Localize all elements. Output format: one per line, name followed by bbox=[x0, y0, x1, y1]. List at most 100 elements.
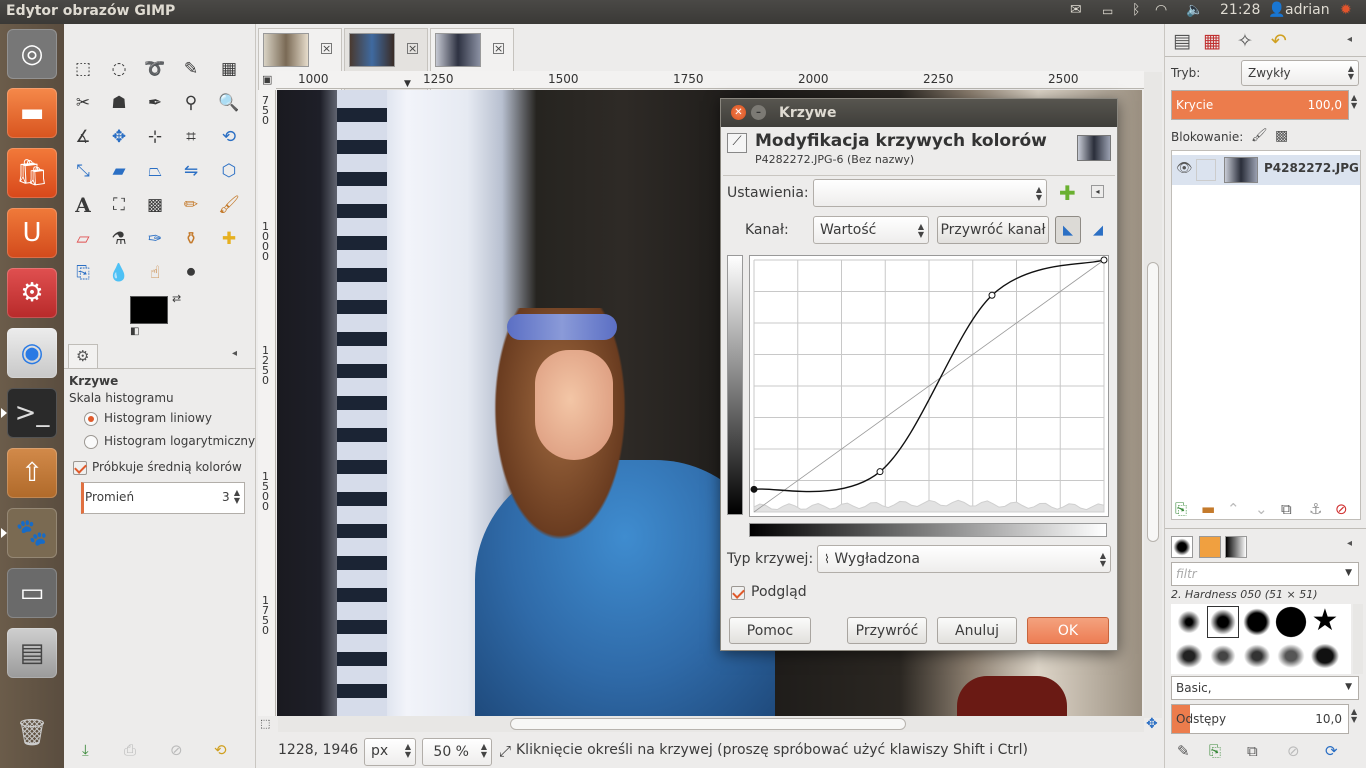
visibility-eye-icon[interactable]: 👁 bbox=[1176, 161, 1193, 176]
refresh-brushes-icon[interactable]: ⟳ bbox=[1325, 742, 1338, 760]
edit-brush-icon[interactable]: ✎ bbox=[1177, 742, 1190, 760]
channels-tab-icon[interactable]: ▦ bbox=[1203, 30, 1221, 52]
spacing-slider[interactable]: Odstępy 10,0 bbox=[1171, 704, 1349, 734]
heal-icon[interactable]: ✚ bbox=[216, 226, 242, 252]
restore-options-icon[interactable]: ⎙ bbox=[124, 741, 136, 759]
new-brush-icon[interactable]: ⎘ bbox=[1209, 742, 1221, 760]
add-preset-icon[interactable]: ✚ bbox=[1059, 181, 1076, 205]
new-layer-group-icon[interactable]: ▬ bbox=[1201, 500, 1215, 518]
layer-chain-slot[interactable] bbox=[1196, 159, 1216, 181]
volume-icon[interactable]: 🔈 bbox=[1186, 2, 1203, 18]
preview-checkbox[interactable] bbox=[731, 586, 745, 600]
default-colors-icon[interactable]: ◧ bbox=[130, 326, 139, 337]
reset-button[interactable]: Przywróć bbox=[847, 617, 927, 644]
eraser-icon[interactable]: ▱ bbox=[70, 226, 96, 252]
flip-icon[interactable]: ⇋ bbox=[178, 158, 204, 184]
brush-item[interactable] bbox=[1275, 606, 1307, 638]
layer-name[interactable]: P4282272.JPG bbox=[1264, 161, 1359, 175]
disk-icon[interactable]: ▤ bbox=[7, 628, 57, 678]
cage-transform-icon[interactable]: ⬡ bbox=[216, 158, 242, 184]
reset-options-icon[interactable]: ⟲ bbox=[214, 741, 227, 759]
ink-icon[interactable]: ✑ bbox=[142, 226, 168, 252]
horizontal-scrollbar[interactable] bbox=[278, 716, 1144, 732]
save-options-icon[interactable]: ⤓ bbox=[82, 741, 89, 759]
brushes-tab-icon[interactable] bbox=[1171, 536, 1193, 558]
vertical-scroll-thumb[interactable] bbox=[1147, 262, 1159, 542]
ubuntu-one-icon[interactable]: U bbox=[7, 208, 57, 258]
rect-select-icon[interactable]: ⬚ bbox=[70, 56, 96, 82]
gimp-icon[interactable]: 🐾 bbox=[1, 508, 57, 558]
settings-combo[interactable]: ▲ ▼ bbox=[813, 179, 1047, 207]
dock-menu-icon[interactable]: ◂ bbox=[1347, 34, 1352, 45]
reset-channel-button[interactable]: Przywróć kanał bbox=[937, 216, 1049, 244]
undo-history-tab-icon[interactable]: ↶ bbox=[1271, 30, 1287, 52]
rotate-icon[interactable]: ⟲ bbox=[216, 124, 242, 150]
lower-layer-icon[interactable]: ⌄ bbox=[1255, 500, 1268, 518]
bucket-fill-icon[interactable]: ⛶ bbox=[106, 192, 132, 218]
foreground-select-icon[interactable]: ☗ bbox=[106, 90, 132, 116]
delete-layer-icon[interactable]: ⊘ bbox=[1335, 500, 1348, 518]
preview-label[interactable]: Podgląd bbox=[751, 584, 807, 600]
dash-home-icon[interactable]: ◎ bbox=[7, 29, 57, 79]
move-icon[interactable]: ✥ bbox=[106, 124, 132, 150]
minimize-dialog-icon[interactable]: – bbox=[751, 105, 766, 120]
brush-item[interactable] bbox=[1173, 642, 1205, 670]
vertical-scrollbar[interactable] bbox=[1144, 72, 1162, 718]
spacing-spinner-icon[interactable]: ▲ ▼ bbox=[1351, 708, 1357, 724]
zoom-corner-icon[interactable]: ⬚ bbox=[260, 717, 270, 730]
sample-average-checkbox[interactable] bbox=[73, 461, 87, 475]
blur-icon[interactable]: 💧 bbox=[106, 260, 132, 286]
paths-icon[interactable]: ✒ bbox=[142, 90, 168, 116]
curve-control-point[interactable] bbox=[876, 468, 884, 476]
chevron-down-icon[interactable]: ▼ bbox=[1345, 682, 1352, 692]
mail-icon[interactable]: ✉ bbox=[1070, 2, 1082, 18]
foreground-color[interactable] bbox=[130, 296, 168, 324]
chevron-down-icon[interactable]: ▼ bbox=[1345, 568, 1352, 578]
delete-options-icon[interactable]: ⊘ bbox=[170, 741, 183, 759]
color-select-icon[interactable]: ▦ bbox=[216, 56, 242, 82]
unit-select[interactable]: px ▲ ▼ bbox=[364, 738, 416, 766]
dialog-titlebar[interactable]: ✕ – Krzywe bbox=[721, 99, 1117, 127]
swap-colors-icon[interactable]: ⇄ bbox=[172, 292, 181, 305]
files-icon[interactable]: ▬ bbox=[7, 88, 57, 138]
crop-icon[interactable]: ⌗ bbox=[178, 124, 204, 150]
terminal-icon[interactable]: >_ bbox=[1, 388, 57, 438]
brush-item[interactable] bbox=[1241, 642, 1273, 670]
software-center-icon[interactable]: 🛍 bbox=[7, 148, 57, 198]
clock[interactable]: 21:28 bbox=[1220, 2, 1260, 18]
brush-filter-input[interactable]: filtr ▼ bbox=[1171, 562, 1359, 586]
scissors-icon[interactable]: ✂ bbox=[70, 90, 96, 116]
layers-tab-icon[interactable]: ▤ bbox=[1173, 30, 1191, 52]
bluetooth-icon[interactable]: ᛒ bbox=[1132, 2, 1140, 18]
curve-control-point[interactable] bbox=[750, 485, 758, 493]
log-histogram-radio[interactable] bbox=[84, 435, 98, 449]
layer-row[interactable]: 👁 P4282272.JPG bbox=[1172, 155, 1360, 185]
brush-item[interactable] bbox=[1173, 606, 1205, 638]
duplicate-layer-icon[interactable]: ⧉ bbox=[1281, 500, 1292, 518]
align-icon[interactable]: ⊹ bbox=[142, 124, 168, 150]
curve-control-point[interactable] bbox=[1100, 256, 1108, 264]
raise-layer-icon[interactable]: ⌃ bbox=[1227, 500, 1240, 518]
log-histogram-label[interactable]: Histogram logarytmiczny bbox=[104, 434, 255, 448]
battery-icon[interactable]: ▭ bbox=[1102, 4, 1113, 18]
brush-item[interactable] bbox=[1275, 642, 1307, 670]
curve-control-point[interactable] bbox=[988, 291, 996, 299]
clone-icon[interactable]: ⚱ bbox=[178, 226, 204, 252]
smudge-icon[interactable]: ☝ bbox=[142, 260, 168, 286]
text-tool-icon[interactable]: A bbox=[70, 192, 96, 218]
lasso-icon[interactable]: ➰ bbox=[142, 56, 168, 82]
help-button[interactable]: Pomoc bbox=[729, 617, 811, 644]
wifi-icon[interactable]: ◠ bbox=[1155, 2, 1167, 18]
brush-preset-combo[interactable]: Basic, ▼ bbox=[1171, 676, 1359, 700]
dock-menu-icon[interactable]: ◂ bbox=[1347, 538, 1352, 549]
airbrush-icon[interactable]: ⚗ bbox=[106, 226, 132, 252]
opacity-slider[interactable]: Krycie 100,0 bbox=[1171, 90, 1349, 120]
horizontal-ruler[interactable]: 1000 1250 1500 1750 2000 2250 2500 ▼ bbox=[276, 71, 1144, 89]
navigate-icon[interactable]: ✥ bbox=[1146, 716, 1158, 732]
lock-pixels-icon[interactable]: 🖌 bbox=[1251, 128, 1268, 143]
linear-histogram-toggle[interactable]: ◣ bbox=[1055, 216, 1081, 244]
close-tab-icon[interactable]: × bbox=[321, 43, 332, 54]
linear-histogram-radio[interactable] bbox=[84, 412, 98, 426]
duplicate-brush-icon[interactable]: ⧉ bbox=[1247, 742, 1258, 760]
pencil-icon[interactable]: ✏ bbox=[178, 192, 204, 218]
